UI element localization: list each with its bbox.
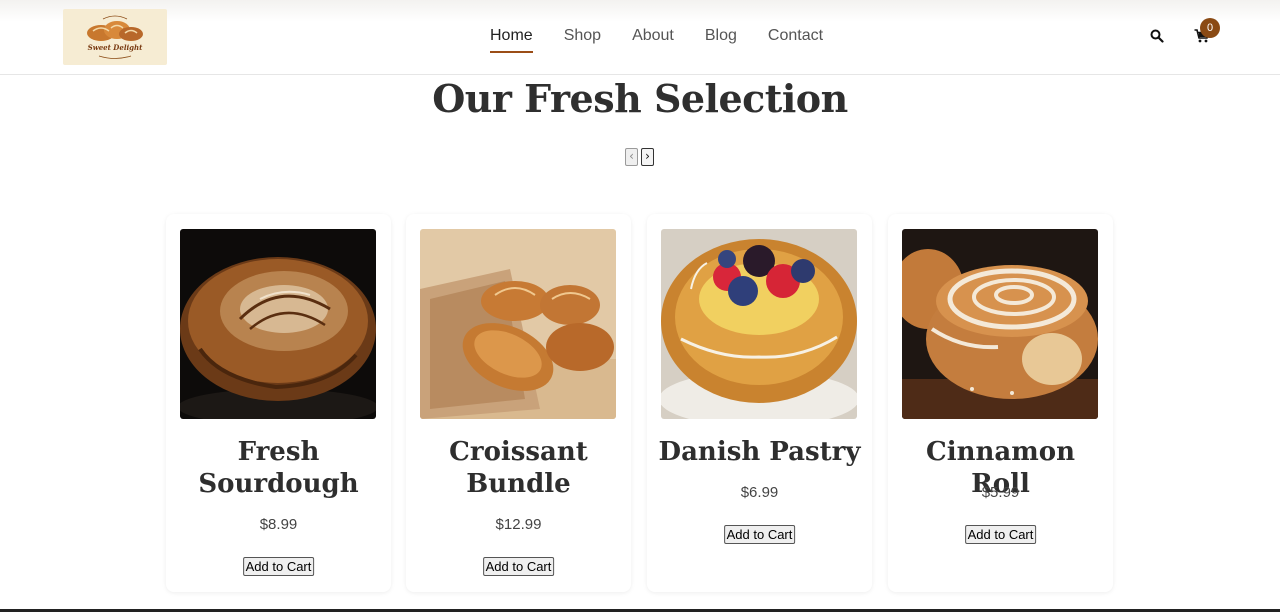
add-to-cart-button[interactable]: Add to Cart: [242, 557, 315, 576]
product-image-danish[interactable]: [661, 229, 857, 419]
add-to-cart-button[interactable]: Add to Cart: [964, 525, 1037, 544]
product-name: Danish Pastry: [658, 437, 861, 467]
cart-count-badge: 0: [1200, 18, 1220, 38]
product-name: Fresh Sourdough: [198, 437, 359, 499]
carousel-next-button[interactable]: ›: [641, 148, 654, 166]
product-price: $8.99: [259, 516, 298, 533]
product-image-cinnamon-roll[interactable]: [902, 229, 1098, 419]
carousel-prev-button[interactable]: ‹: [625, 148, 638, 166]
bread-logo-icon: [87, 15, 143, 59]
chevron-left-icon: ‹: [629, 149, 634, 163]
nav-item-about[interactable]: About: [632, 27, 674, 53]
product-image-sourdough[interactable]: [180, 229, 376, 419]
chevron-right-icon: ›: [645, 149, 650, 163]
product-card: Cinnamon Roll $5.99 Add to Cart: [888, 214, 1113, 592]
product-price: $6.99: [740, 484, 779, 501]
main-nav: Home Shop About Blog Contact: [490, 27, 823, 53]
logo-text: Sweet Delight: [87, 43, 143, 52]
nav-item-blog[interactable]: Blog: [705, 27, 737, 53]
add-to-cart-button[interactable]: Add to Cart: [482, 557, 555, 576]
product-image-croissant[interactable]: [420, 229, 616, 419]
section-title: Our Fresh Selection: [432, 76, 848, 121]
nav-item-contact[interactable]: Contact: [768, 27, 823, 53]
add-to-cart-button[interactable]: Add to Cart: [723, 525, 796, 544]
product-price: $5.99: [981, 484, 1020, 501]
product-card: Danish Pastry $6.99 Add to Cart: [647, 214, 872, 592]
product-card: Fresh Sourdough $8.99 Add to Cart: [166, 214, 391, 592]
nav-item-shop[interactable]: Shop: [564, 27, 601, 53]
nav-item-home[interactable]: Home: [490, 27, 533, 53]
site-header: Sweet Delight Home Shop About Blog Conta…: [0, 0, 1280, 75]
bakery-logo[interactable]: Sweet Delight: [63, 9, 167, 65]
search-icon[interactable]: [1150, 29, 1164, 43]
product-price: $12.99: [495, 516, 542, 533]
product-name: Croissant Bundle: [449, 437, 588, 499]
product-card: Croissant Bundle $12.99 Add to Cart: [406, 214, 631, 592]
